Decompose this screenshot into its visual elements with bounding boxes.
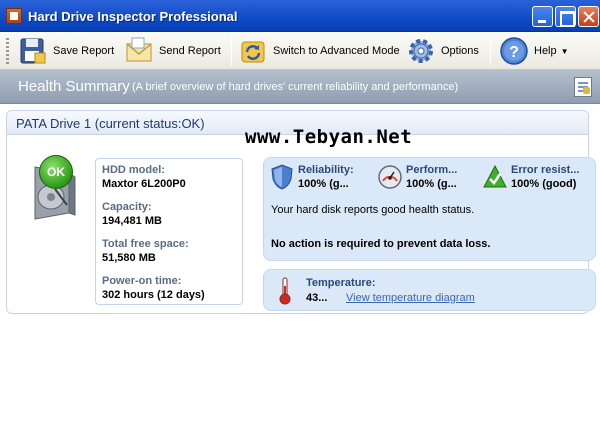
close-button[interactable] bbox=[578, 6, 599, 27]
temperature-diagram-link[interactable]: View temperature diagram bbox=[346, 292, 475, 304]
model-value: Maxtor 6L200P0 bbox=[102, 178, 186, 190]
envelope-icon bbox=[126, 37, 152, 62]
main-content: PATA Drive 1 (current status:OK) www.Teb… bbox=[0, 104, 600, 443]
send-report-label: Send Report bbox=[159, 45, 221, 57]
drive-title: PATA Drive 1 (current status:OK) bbox=[16, 116, 205, 131]
section-header: Health Summary (A brief overview of hard… bbox=[0, 70, 600, 104]
minimize-button[interactable] bbox=[532, 6, 553, 27]
toolbar-grip[interactable] bbox=[6, 38, 9, 64]
gear-icon bbox=[409, 39, 433, 63]
svg-text:?: ? bbox=[509, 44, 519, 61]
page-title: Health Summary bbox=[18, 78, 130, 95]
advanced-mode-button[interactable]: Switch to Advanced Mode bbox=[238, 34, 400, 68]
drive-info-box: HDD model: Maxtor 6L200P0 Capacity: 194,… bbox=[95, 158, 243, 305]
health-status-box: Reliability: 100% (g... Perform... 100% … bbox=[263, 157, 596, 261]
health-message: Your hard disk reports good health statu… bbox=[271, 204, 475, 216]
switch-mode-icon bbox=[241, 41, 265, 63]
temperature-label: Temperature: bbox=[306, 277, 376, 289]
shield-icon bbox=[271, 164, 293, 190]
error-resistance-label: Error resist... bbox=[511, 164, 580, 176]
app-icon bbox=[6, 8, 22, 24]
temperature-value: 43... bbox=[306, 292, 328, 304]
error-resistance-value: 100% (good) bbox=[511, 178, 577, 190]
floppy-disk-icon bbox=[20, 38, 46, 64]
drive-panel: PATA Drive 1 (current status:OK) www.Teb… bbox=[6, 110, 596, 314]
status-badge: OK bbox=[39, 155, 73, 189]
send-report-button[interactable]: Send Report bbox=[124, 34, 221, 68]
help-button[interactable]: ? Help ▼ bbox=[499, 34, 569, 68]
help-label: Help bbox=[534, 45, 557, 57]
toolbar: Save Report Send Report Switch to Advanc… bbox=[0, 32, 600, 70]
report-icon[interactable] bbox=[574, 77, 592, 97]
save-report-button[interactable]: Save Report bbox=[18, 34, 114, 68]
maximize-button[interactable] bbox=[555, 6, 576, 27]
window-title: Hard Drive Inspector Professional bbox=[28, 9, 238, 24]
power-on-label: Power-on time: bbox=[102, 275, 182, 287]
chevron-down-icon: ▼ bbox=[560, 46, 569, 56]
advanced-mode-label: Switch to Advanced Mode bbox=[273, 45, 400, 57]
capacity-label: Capacity: bbox=[102, 201, 152, 213]
health-action: No action is required to prevent data lo… bbox=[271, 238, 491, 250]
title-bar: Hard Drive Inspector Professional bbox=[0, 0, 600, 32]
capacity-value: 194,481 MB bbox=[102, 215, 162, 227]
performance-value: 100% (g... bbox=[406, 178, 457, 190]
performance-label: Perform... bbox=[406, 164, 458, 176]
thermometer-icon bbox=[279, 277, 291, 305]
options-label: Options bbox=[441, 45, 479, 57]
power-on-value: 302 hours (12 days) bbox=[102, 289, 205, 301]
save-report-label: Save Report bbox=[53, 45, 115, 57]
reliability-label: Reliability: bbox=[298, 164, 354, 176]
free-space-label: Total free space: bbox=[102, 238, 189, 250]
toolbar-separator bbox=[231, 36, 232, 66]
reliability-value: 100% (g... bbox=[298, 178, 349, 190]
gauge-icon bbox=[378, 165, 402, 189]
page-subtitle: (A brief overview of hard drives' curren… bbox=[132, 81, 459, 93]
toolbar-separator bbox=[490, 36, 491, 66]
options-button[interactable]: Options bbox=[406, 34, 479, 68]
help-icon: ? bbox=[500, 37, 528, 65]
watermark-text: www.Tebyan.Net bbox=[245, 126, 413, 148]
check-triangle-icon bbox=[483, 164, 507, 188]
model-label: HDD model: bbox=[102, 164, 165, 176]
free-space-value: 51,580 MB bbox=[102, 252, 156, 264]
temperature-box: Temperature: 43... View temperature diag… bbox=[263, 269, 596, 311]
